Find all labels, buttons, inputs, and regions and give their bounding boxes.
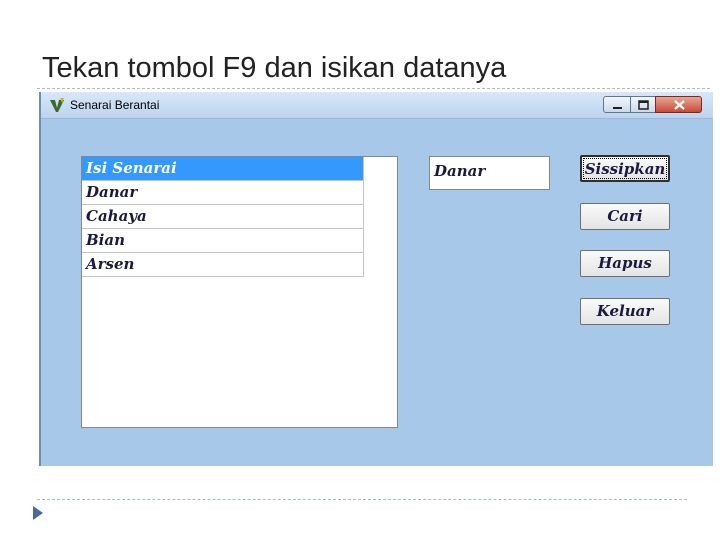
top-divider	[37, 88, 710, 89]
find-button[interactable]: Cari	[580, 203, 670, 230]
vb-app-icon	[50, 98, 64, 112]
insert-button[interactable]: Sissipkan	[580, 155, 670, 182]
data-input[interactable]: Danar	[429, 156, 550, 190]
window-title: Senarai Berantai	[70, 98, 160, 112]
window-titlebar[interactable]: Senarai Berantai	[41, 92, 713, 119]
delete-button[interactable]: Hapus	[580, 250, 670, 277]
list-item[interactable]: Bian	[82, 229, 364, 253]
exit-button[interactable]: Keluar	[580, 298, 670, 325]
bullet-arrow-icon	[33, 506, 43, 520]
list-item[interactable]: Danar	[82, 181, 364, 205]
slide-title: Tekan tombol F9 dan isikan datanya	[42, 52, 507, 84]
maximize-button[interactable]	[630, 96, 656, 113]
list-box[interactable]: Isi Senarai Danar Cahaya Bian Arsen	[81, 156, 398, 428]
maximize-icon	[638, 100, 649, 110]
close-button[interactable]	[655, 96, 702, 113]
minimize-button[interactable]	[603, 96, 631, 113]
close-icon	[674, 100, 685, 110]
bottom-divider	[37, 499, 687, 500]
list-item[interactable]: Cahaya	[82, 205, 364, 229]
list-item[interactable]: Isi Senarai	[82, 157, 364, 181]
app-window: Senarai Berantai Isi Senarai Danar Cahay…	[39, 92, 713, 466]
minimize-icon	[613, 107, 622, 109]
list-item[interactable]: Arsen	[82, 253, 364, 277]
